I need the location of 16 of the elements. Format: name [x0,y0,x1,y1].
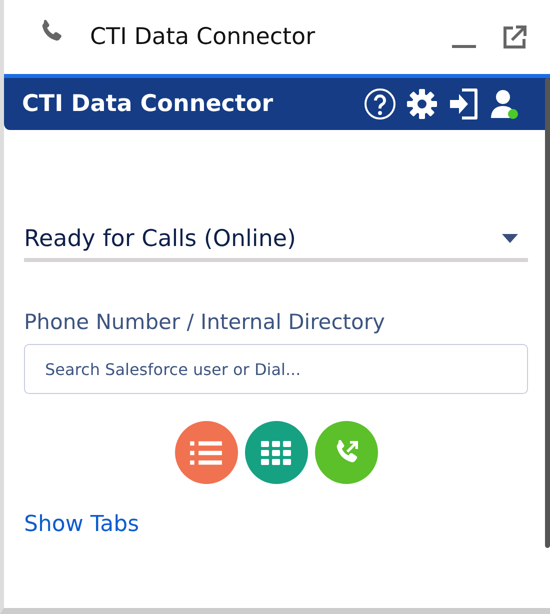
minimize-icon [452,44,476,48]
login-icon[interactable] [448,87,480,121]
scrollbar[interactable] [545,78,550,548]
status-dropdown[interactable]: Ready for Calls (Online) [24,226,528,262]
field-label: Phone Number / Internal Directory [24,310,386,334]
show-tabs-link[interactable]: Show Tabs [24,512,140,537]
user-icon[interactable] [490,88,520,120]
help-icon[interactable] [364,88,396,120]
list-icon [189,440,223,466]
caret-icon [502,234,518,244]
pop-out-icon [502,24,528,50]
utility-title: CTI Data Connector [90,24,316,50]
header-title: CTI Data Connector [22,91,274,117]
search-field[interactable]: Search Salesforce user or Dial... [24,344,528,394]
keypad-icon [261,440,291,464]
settings-icon[interactable] [406,88,438,120]
